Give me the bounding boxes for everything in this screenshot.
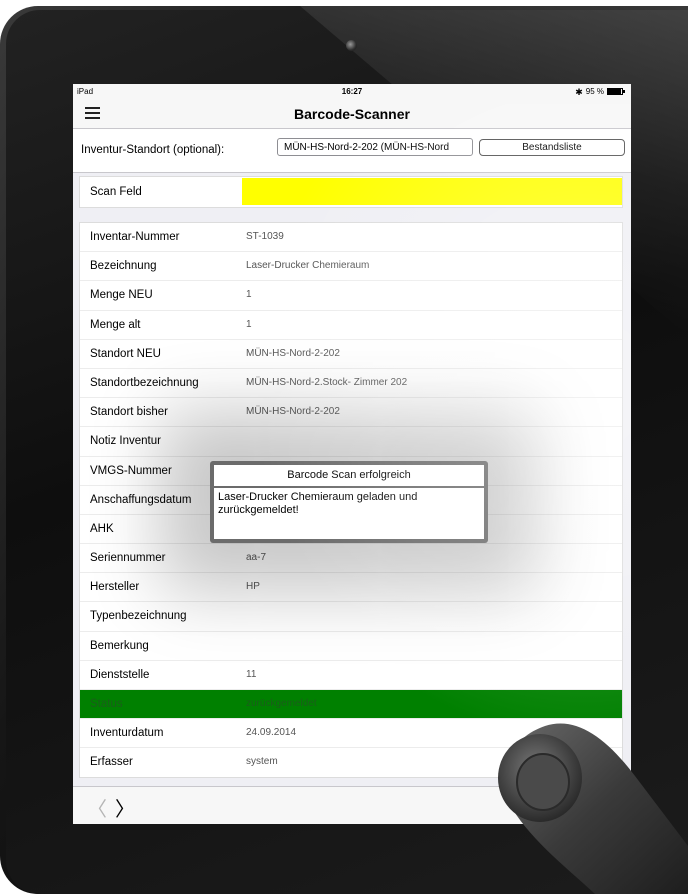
field-value[interactable]: MÜN-HS-Nord-2-202 [242, 340, 622, 367]
dialog-message: Laser-Drucker Chemieraum geladen und zur… [214, 488, 484, 539]
field-label: Standort NEU [90, 347, 161, 360]
field-label: Anschaffungsdatum [90, 493, 192, 506]
field-label: VMGS-Nummer [90, 464, 172, 477]
field-value[interactable]: 1 [242, 311, 622, 338]
field-row: Standort NEU MÜN-HS-Nord-2-202 [80, 340, 622, 369]
field-label: AHK [90, 522, 114, 535]
chevron-right-icon[interactable]: 〉 [115, 793, 135, 822]
field-label: Bezeichnung [90, 260, 157, 273]
field-label: Hersteller [90, 581, 140, 594]
field-value[interactable]: ST-1039 [242, 224, 622, 251]
field-value[interactable]: MÜN-HS-Nord-2.Stock- Zimmer 202 [242, 369, 622, 397]
scan-input[interactable] [242, 178, 622, 205]
field-row: Typenbezeichnung [80, 602, 622, 632]
field-label: Inventar-Nummer [90, 231, 180, 243]
camera-icon [346, 40, 357, 51]
field-value[interactable]: Laser-Drucker Chemieraum [242, 253, 622, 280]
field-row: Standortbezeichnung MÜN-HS-Nord-2.Stock- … [80, 369, 622, 399]
field-value[interactable]: zurückgemeldet [242, 691, 622, 717]
field-value[interactable] [242, 603, 622, 630]
location-bar: Inventur-Standort (optional): MÜN-HS-Nor… [73, 129, 631, 173]
field-value[interactable]: MÜN-HS-Nord-2-202 [242, 399, 622, 426]
field-row: Menge NEU 1 [80, 281, 622, 311]
field-value[interactable] [242, 632, 622, 659]
field-value[interactable]: HP [242, 574, 622, 601]
field-row: Status zurückgemeldet [80, 690, 622, 720]
field-row: Bemerkung [80, 632, 622, 661]
field-row: Hersteller HP [80, 573, 622, 603]
field-label: Inventurdatum [90, 727, 164, 740]
scan-label: Scan Feld [90, 186, 142, 198]
status-right: ✱ 95 % [575, 86, 625, 97]
app-screen: iPad 16:27 ✱ 95 % Barcode-Scanner Invent… [73, 84, 631, 824]
field-row: Menge alt 1 [80, 311, 622, 340]
field-row: Notiz Inventur [80, 427, 622, 457]
clock: 16:27 [341, 87, 363, 96]
bestandsliste-button[interactable]: Bestandsliste [479, 139, 625, 156]
field-value[interactable]: aa-7 [242, 545, 622, 572]
scan-success-dialog: Barcode Scan erfolgreich Laser-Drucker C… [210, 461, 488, 543]
location-label: Inventur-Standort (optional): [81, 144, 225, 156]
page-title: Barcode-Scanner [294, 106, 410, 122]
location-input[interactable]: MÜN-HS-Nord-2-202 (MÜN-HS-Nord [277, 138, 473, 156]
battery-fill [608, 89, 622, 94]
dialog-title: Barcode Scan erfolgreich [214, 465, 484, 486]
field-label: Notiz Inventur [90, 435, 161, 448]
field-label: Seriennummer [90, 552, 166, 565]
field-row: Bezeichnung Laser-Drucker Chemieraum [80, 252, 622, 282]
battery-icon [607, 88, 625, 95]
field-label: Status [90, 698, 123, 710]
field-value[interactable]: 11 [242, 661, 622, 688]
navigation-bar: Barcode-Scanner [73, 98, 631, 129]
field-row: Standort bisher MÜN-HS-Nord-2-202 [80, 398, 622, 428]
field-row: Seriennummer aa-7 [80, 544, 622, 574]
battery-percent: 95 % [585, 87, 604, 96]
field-label: Menge alt [90, 318, 141, 331]
field-label: Menge NEU [90, 289, 153, 302]
field-value[interactable]: 1 [242, 282, 622, 309]
field-row: Dienststelle 11 [80, 661, 622, 690]
field-row: Inventar-Nummer ST-1039 [80, 223, 622, 253]
field-label: Bemerkung [90, 639, 149, 652]
bluetooth-icon: ✱ [575, 86, 583, 97]
status-bar: iPad 16:27 ✱ 95 % [73, 84, 631, 98]
barcode-scanner-device [498, 723, 688, 894]
field-value[interactable] [242, 428, 622, 455]
field-label: Typenbezeichnung [90, 610, 187, 623]
field-label: Standort bisher [90, 406, 168, 419]
chevron-left-icon[interactable]: 〈 [87, 793, 107, 822]
field-label: Erfasser [90, 756, 133, 769]
field-label: Standortbezeichnung [90, 376, 199, 389]
scan-section: Scan Feld [79, 176, 623, 208]
field-label: Dienststelle [90, 668, 150, 681]
